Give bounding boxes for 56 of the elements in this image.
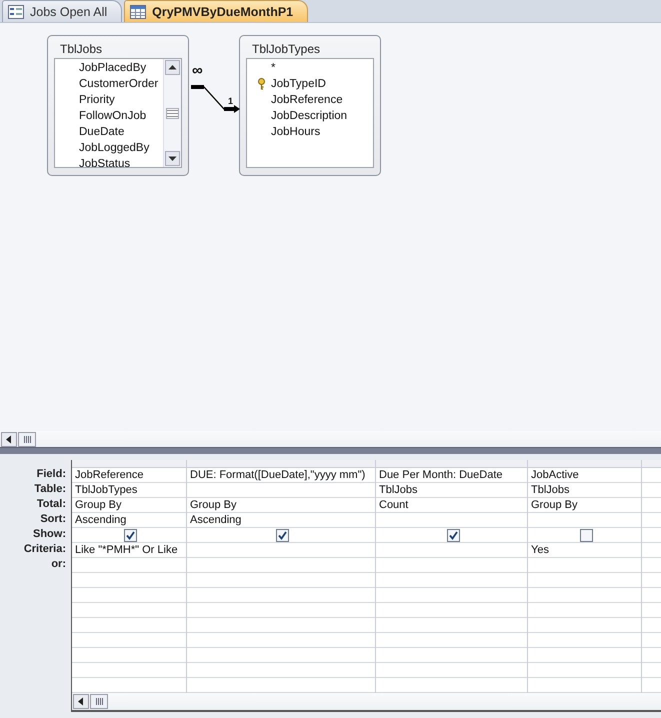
field-name[interactable]: FollowOnJob — [79, 110, 146, 122]
show-checkbox[interactable] — [124, 528, 137, 542]
show-checkbox[interactable] — [580, 528, 592, 542]
field-name[interactable]: JobReference — [271, 94, 343, 106]
query-icon — [130, 4, 146, 18]
table-title: TblJobs — [59, 41, 104, 58]
scroll-left-icon[interactable] — [1, 432, 17, 447]
field-name[interactable]: DueDate — [79, 126, 124, 138]
grid-cell-text[interactable]: Like "*PMH*" Or Like — [75, 544, 178, 556]
grid-cell-text[interactable]: Count — [379, 499, 408, 511]
table-window[interactable]: TblJobs JobPlacedBy CustomerOrder Priority FollowOnJob DueDate JobLoggedBy JobStatus — [47, 35, 189, 176]
row-label: Table: — [33, 482, 67, 497]
table-title: TblJobTypes — [251, 41, 322, 58]
field-name[interactable]: JobLoggedBy — [79, 142, 150, 154]
document-tab[interactable]: QryPMVByDueMonthP1 — [124, 0, 308, 22]
grid-cell-text[interactable]: Due Per Month: DueDate — [379, 469, 503, 481]
row-label: Sort: — [39, 512, 67, 527]
vertical-scrollbar[interactable] — [163, 59, 181, 167]
row-label: Show: — [32, 527, 67, 542]
scroll-thumb[interactable] — [18, 432, 36, 447]
field-name[interactable]: * — [271, 62, 276, 74]
grid-cell-text[interactable]: TblJobs — [531, 484, 570, 496]
grid-cell-text[interactable]: DUE: Format([DueDate],"yyyy mm") — [190, 469, 366, 481]
grid-cell-text[interactable]: TblJobs — [379, 484, 418, 496]
row-label: Field: — [36, 467, 67, 482]
many-label: ∞ — [192, 64, 203, 77]
show-checkbox[interactable] — [276, 528, 289, 542]
show-checkbox[interactable] — [446, 528, 460, 542]
scroll-thumb[interactable] — [166, 108, 179, 118]
document-tab[interactable]: Jobs Open All — [2, 0, 122, 22]
grid-cell-text[interactable]: Group By — [75, 499, 122, 511]
row-label: Criteria: — [22, 542, 67, 557]
scroll-down-icon[interactable] — [165, 151, 180, 166]
grid-cell-text[interactable]: Group By — [190, 499, 236, 511]
table-window[interactable]: TblJobTypes * JobTypeID JobReference JobDescription JobHours — [239, 35, 381, 176]
row-label: or: — [50, 557, 67, 572]
grid-cell-text[interactable]: JobReference — [75, 469, 144, 481]
grid-cell-text[interactable]: Ascending — [75, 514, 126, 526]
form-icon — [8, 4, 24, 18]
scroll-up-icon[interactable] — [165, 60, 180, 75]
grid-cell-text[interactable]: Ascending — [190, 514, 242, 526]
field-name[interactable]: Priority — [79, 94, 115, 106]
field-name[interactable]: JobPlacedBy — [79, 62, 146, 74]
scroll-left-icon[interactable] — [73, 694, 89, 709]
grid-cell-text[interactable]: Yes — [531, 544, 549, 556]
grid-cell-text[interactable]: JobActive — [531, 469, 579, 481]
grid-cell-text[interactable]: Group By — [531, 499, 578, 511]
field-name[interactable]: JobTypeID — [271, 78, 326, 90]
scroll-thumb[interactable] — [90, 694, 108, 709]
field-name[interactable]: JobHours — [271, 126, 320, 138]
one-label: 1 — [228, 96, 234, 106]
field-name[interactable]: JobDescription — [271, 110, 348, 122]
field-name[interactable]: JobStatus — [79, 158, 130, 167]
field-name[interactable]: CustomerOrder — [79, 78, 158, 90]
grid-cell-text[interactable]: TblJobTypes — [75, 484, 138, 496]
row-label: Total: — [36, 497, 67, 512]
